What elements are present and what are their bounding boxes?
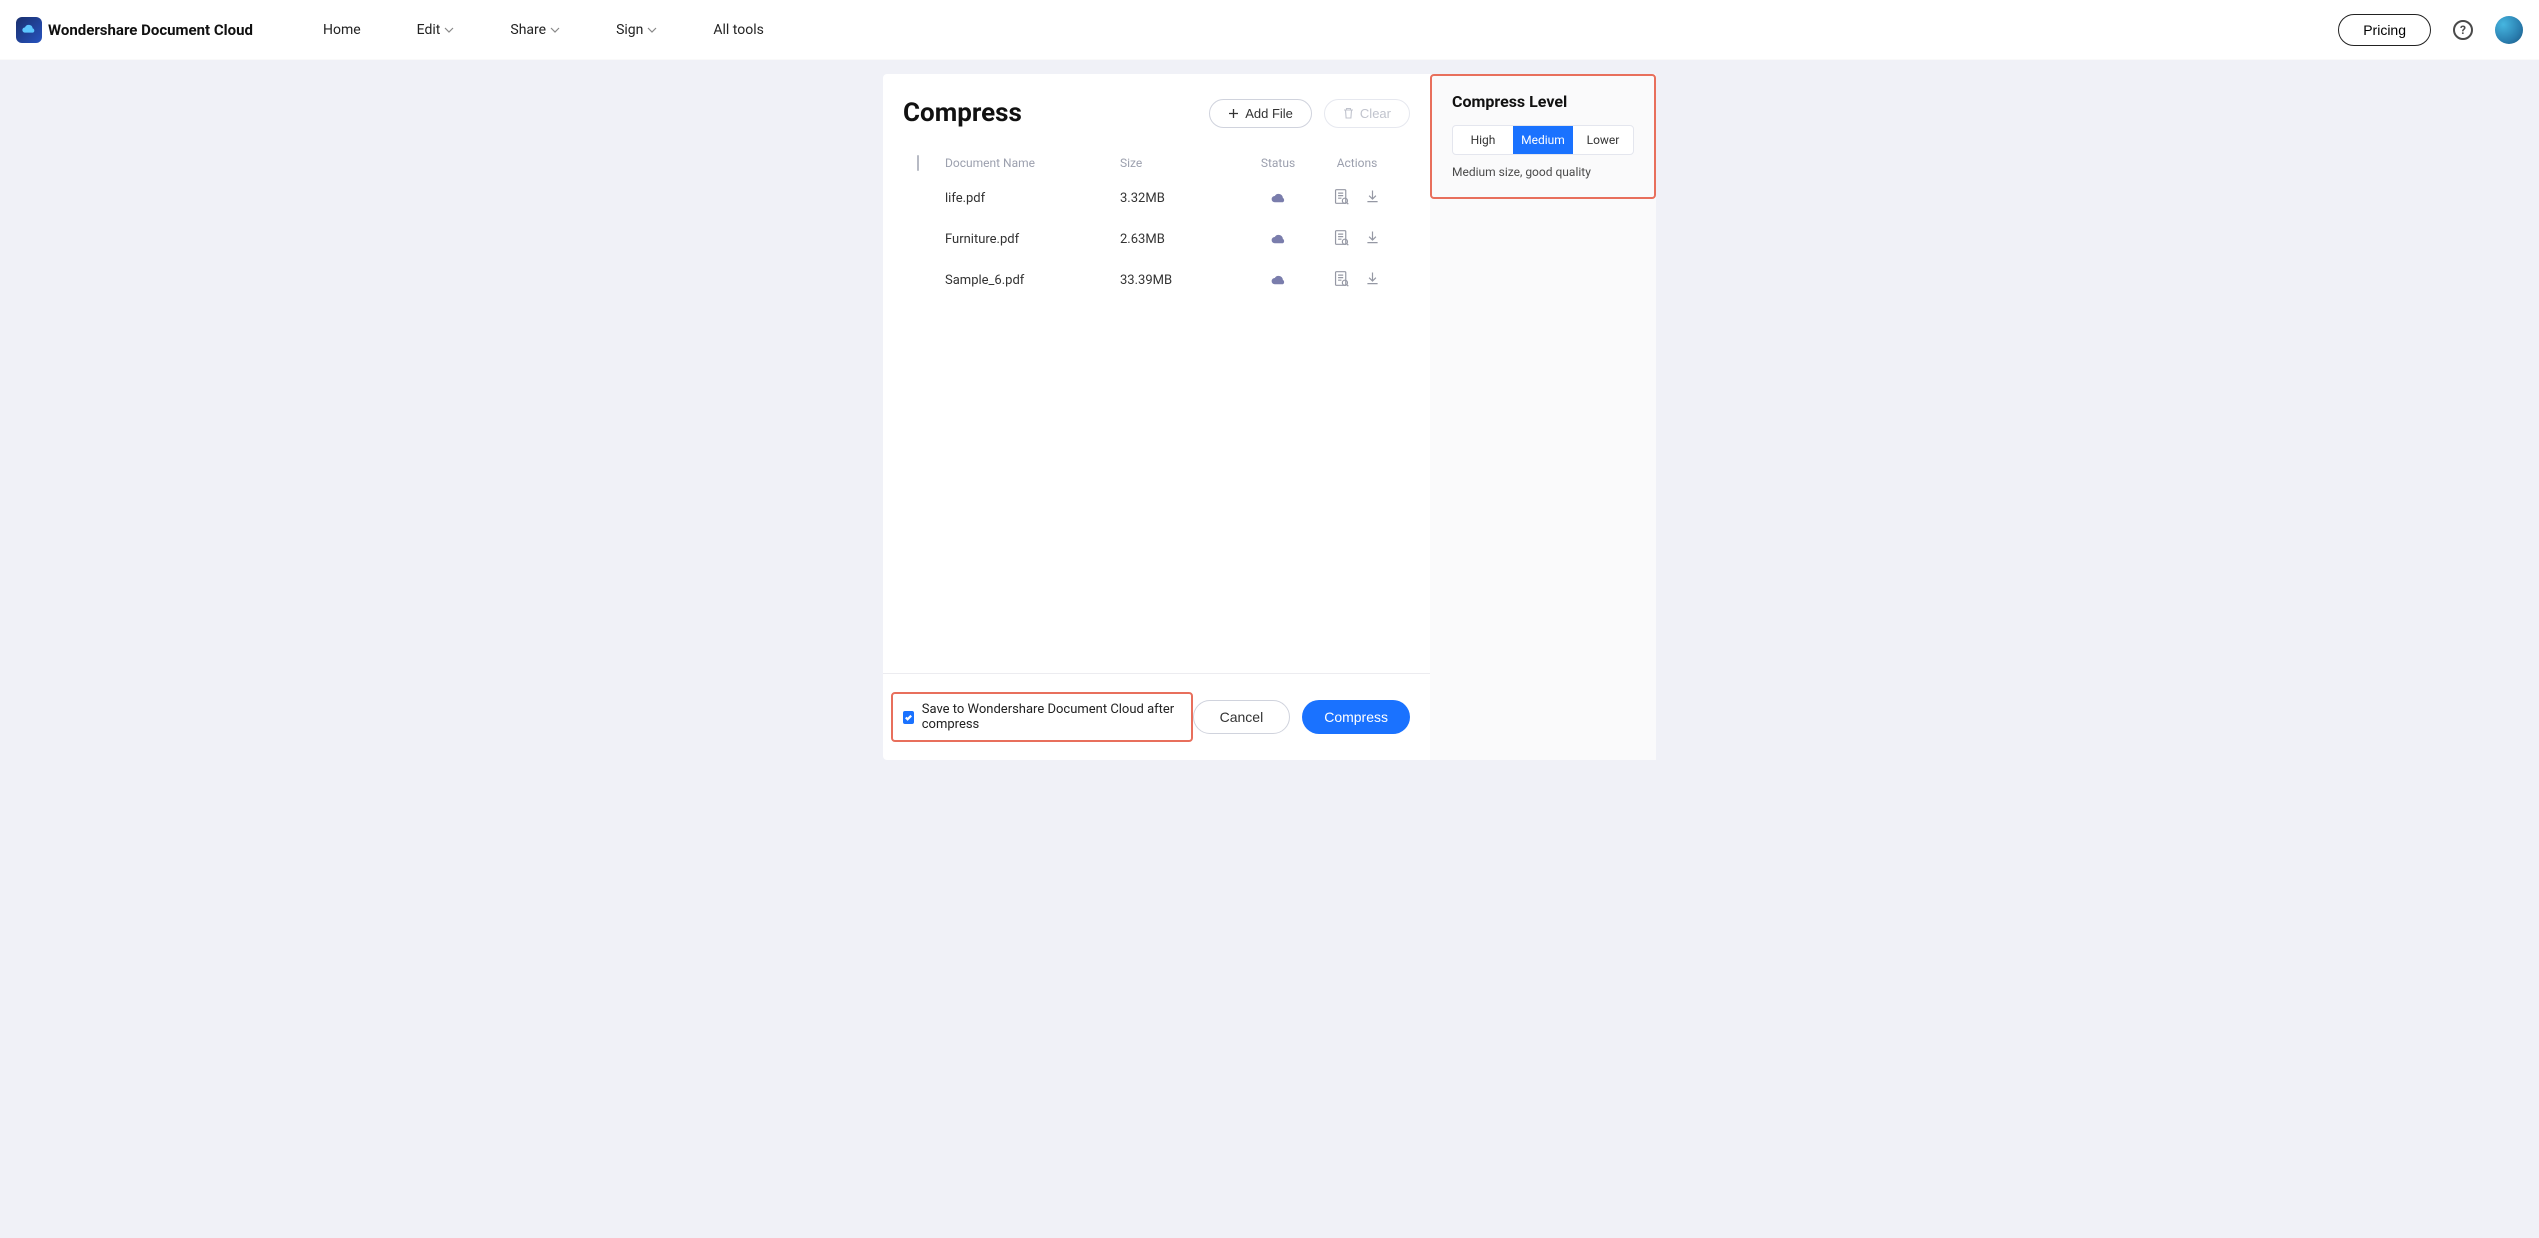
col-size: Size (1120, 156, 1238, 170)
compress-level-title: Compress Level (1452, 92, 1634, 111)
save-to-cloud-label: Save to Wondershare Document Cloud after… (922, 702, 1181, 732)
cloud-status-icon (1238, 273, 1318, 288)
plus-icon (1228, 108, 1239, 119)
nav-edit-label: Edit (417, 22, 441, 38)
page-title: Compress (903, 98, 1022, 128)
nav-home[interactable]: Home (323, 22, 361, 38)
file-size: 33.39MB (1120, 273, 1238, 288)
right-pane: Compress Level High Medium Lower Medium … (1430, 74, 1656, 760)
main-card: Compress Add File Clear (883, 74, 1656, 760)
details-icon[interactable] (1333, 270, 1350, 291)
file-table: Document Name Size Status Actions life.p… (903, 148, 1410, 301)
clear-label: Clear (1360, 106, 1391, 121)
chevron-down-icon (550, 25, 560, 35)
left-pane: Compress Add File Clear (883, 74, 1430, 760)
clear-button[interactable]: Clear (1324, 99, 1410, 128)
avatar[interactable] (2495, 16, 2523, 44)
pricing-button[interactable]: Pricing (2338, 14, 2431, 46)
pane-header: Compress Add File Clear (903, 98, 1410, 128)
chevron-down-icon (444, 25, 454, 35)
add-file-button[interactable]: Add File (1209, 99, 1312, 128)
nav-sign[interactable]: Sign (616, 22, 657, 38)
workspace: Compress Add File Clear (0, 60, 2539, 760)
logo-group[interactable]: Wondershare Document Cloud (16, 17, 253, 43)
compress-level-desc: Medium size, good quality (1452, 165, 1634, 179)
nav-sign-label: Sign (616, 22, 643, 38)
file-size: 3.32MB (1120, 191, 1238, 206)
footer: Save to Wondershare Document Cloud after… (883, 673, 1430, 760)
cloud-logo-icon (16, 17, 42, 43)
file-size: 2.63MB (1120, 232, 1238, 247)
save-to-cloud-checkbox[interactable] (903, 711, 914, 724)
col-status: Status (1238, 156, 1318, 170)
download-icon[interactable] (1364, 229, 1381, 250)
compress-level-box: Compress Level High Medium Lower Medium … (1430, 74, 1656, 199)
nav-edit[interactable]: Edit (417, 22, 455, 38)
level-high[interactable]: High (1453, 126, 1513, 154)
cloud-status-icon (1238, 191, 1318, 206)
nav-all-tools[interactable]: All tools (713, 22, 763, 38)
table-row: Sample_6.pdf 33.39MB (903, 260, 1410, 301)
table-row: life.pdf 3.32MB (903, 178, 1410, 219)
save-to-cloud-box: Save to Wondershare Document Cloud after… (891, 692, 1193, 742)
table-row: Furniture.pdf 2.63MB (903, 219, 1410, 260)
cloud-status-icon (1238, 232, 1318, 247)
select-all-checkbox[interactable] (917, 155, 919, 171)
cancel-button[interactable]: Cancel (1193, 700, 1291, 734)
chevron-down-icon (647, 25, 657, 35)
add-file-label: Add File (1245, 106, 1293, 121)
col-doc-name: Document Name (945, 156, 1120, 170)
file-name[interactable]: Furniture.pdf (945, 232, 1120, 247)
level-lower[interactable]: Lower (1573, 126, 1633, 154)
compress-button[interactable]: Compress (1302, 700, 1410, 734)
details-icon[interactable] (1333, 229, 1350, 250)
app-header: Wondershare Document Cloud Home Edit Sha… (0, 0, 2539, 60)
level-medium[interactable]: Medium (1513, 126, 1573, 154)
col-actions: Actions (1318, 156, 1396, 170)
help-icon[interactable]: ? (2453, 20, 2473, 40)
compress-level-segment: High Medium Lower (1452, 125, 1634, 155)
trash-icon (1343, 107, 1354, 119)
details-icon[interactable] (1333, 188, 1350, 209)
header-right: Pricing ? (2338, 14, 2523, 46)
nav-share-label: Share (510, 22, 546, 38)
table-header: Document Name Size Status Actions (903, 148, 1410, 178)
file-name[interactable]: Sample_6.pdf (945, 273, 1120, 288)
brand-name: Wondershare Document Cloud (48, 21, 253, 39)
nav-share[interactable]: Share (510, 22, 560, 38)
download-icon[interactable] (1364, 270, 1381, 291)
top-nav: Home Edit Share Sign All tools (323, 22, 764, 38)
download-icon[interactable] (1364, 188, 1381, 209)
file-name[interactable]: life.pdf (945, 191, 1120, 206)
